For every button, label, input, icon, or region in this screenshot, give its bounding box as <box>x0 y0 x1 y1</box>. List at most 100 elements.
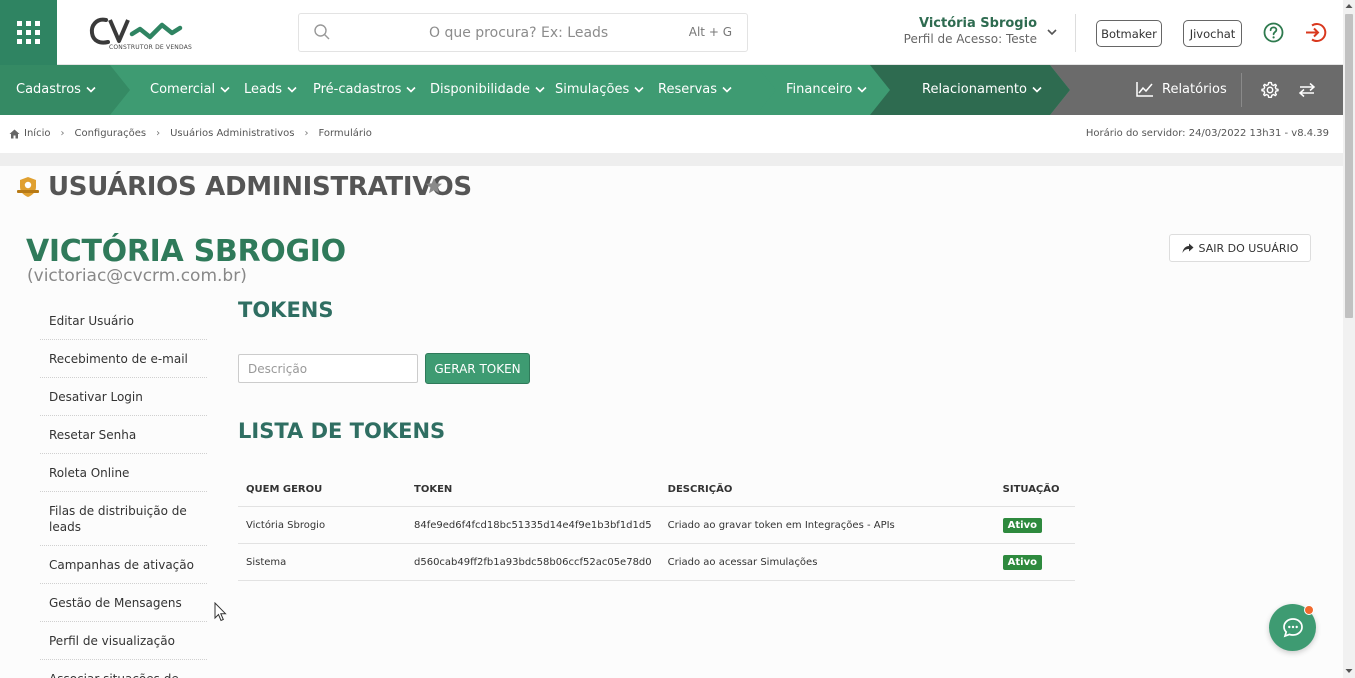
logout-icon[interactable] <box>1304 21 1327 44</box>
cell-description: Criado ao gravar token em Integrações - … <box>659 506 995 544</box>
side-item-perfil-visualizacao[interactable]: Perfil de visualização <box>40 622 207 660</box>
chart-line-icon <box>1136 82 1153 97</box>
admin-users-icon <box>17 177 39 197</box>
cell-who: Sistema <box>238 543 406 581</box>
top-header: CONSTRUTOR DE VENDAS Alt + G Victória Sb… <box>0 0 1343 65</box>
user-menu[interactable]: Victória Sbrogio Perfil de Acesso: Teste <box>880 16 1060 46</box>
nav-separator <box>1241 73 1242 107</box>
nav-pre-cadastros[interactable]: Pré-cadastros <box>313 82 416 97</box>
nav-leads[interactable]: Leads <box>244 82 297 97</box>
breadcrumb-formulario: Formulário <box>318 128 372 139</box>
chevron-down-icon <box>406 86 416 93</box>
cell-description: Criado ao acessar Simulações <box>659 543 995 581</box>
search-shortcut: Alt + G <box>688 25 732 39</box>
breadcrumb: Início › Configurações › Usuários Admini… <box>9 128 372 139</box>
header-divider <box>1075 14 1076 52</box>
col-token: TOKEN <box>406 473 660 507</box>
table-row: Sistema d560cab49ff2fb1a93bdc58b06ccf52a… <box>238 543 1075 581</box>
tokens-title: TOKENS <box>238 298 334 322</box>
home-icon <box>9 129 20 138</box>
col-situacao: SITUAÇÃO <box>994 473 1075 507</box>
cell-status: Ativo <box>994 506 1075 544</box>
help-icon[interactable] <box>1263 22 1284 43</box>
chevron-down-icon <box>857 86 867 93</box>
apps-grid-button[interactable] <box>0 0 57 65</box>
side-item-campanhas-ativacao[interactable]: Campanhas de ativação <box>40 546 207 584</box>
nav-simulacoes[interactable]: Simulações <box>555 82 644 97</box>
status-badge: Ativo <box>1002 518 1042 533</box>
page-title: USUÁRIOS ADMINISTRATIVOS <box>48 172 472 202</box>
side-item-gestao-mensagens[interactable]: Gestão de Mensagens <box>40 584 207 622</box>
tokens-table: QUEM GEROU TOKEN DESCRIÇÃO SITUAÇÃO Vict… <box>238 473 1075 581</box>
exit-user-button[interactable]: SAIR DO USUÁRIO <box>1169 234 1311 262</box>
table-header-row: QUEM GEROU TOKEN DESCRIÇÃO SITUAÇÃO <box>238 473 1075 507</box>
description-input[interactable] <box>238 354 418 383</box>
scroll-down-arrow-icon[interactable] <box>1345 668 1353 674</box>
breadcrumb-configuracoes[interactable]: Configurações <box>74 128 146 139</box>
nav-disponibilidade[interactable]: Disponibilidade <box>430 82 545 97</box>
side-item-resetar-senha[interactable]: Resetar Senha <box>40 416 207 454</box>
scroll-up-arrow-icon[interactable] <box>1345 3 1353 9</box>
main-nav: Cadastros Comercial Leads Pré-cadastros … <box>0 65 1343 115</box>
jivochat-button[interactable]: Jivochat <box>1183 20 1242 47</box>
cell-who: Victória Sbrogio <box>238 506 406 544</box>
chevron-down-icon <box>634 86 644 93</box>
side-item-filas-distribuicao[interactable]: Filas de distribuição de leads <box>40 492 207 546</box>
chevron-right-icon: › <box>60 128 65 139</box>
search-icon <box>314 24 330 40</box>
chat-bubble-icon <box>1282 618 1303 638</box>
search-input[interactable] <box>429 22 679 44</box>
person-name: VICTÓRIA SBROGIO <box>26 234 346 269</box>
notification-dot <box>1304 605 1314 615</box>
cell-status: Ativo <box>994 543 1075 581</box>
chevron-down-icon <box>535 86 545 93</box>
breadcrumb-inicio[interactable]: Início <box>24 128 50 139</box>
breadcrumb-usuarios[interactable]: Usuários Administrativos <box>170 128 294 139</box>
share-arrow-icon <box>1182 243 1194 253</box>
generate-token-button[interactable]: GERAR TOKEN <box>425 353 530 384</box>
side-item-editar-usuario[interactable]: Editar Usuário <box>40 302 207 340</box>
side-item-associar-situacoes[interactable]: Associar situações de <box>40 660 207 678</box>
logo-subtitle: CONSTRUTOR DE VENDAS <box>109 44 193 51</box>
side-item-recebimento-email[interactable]: Recebimento de e-mail <box>40 340 207 378</box>
breadcrumb-bar: Início › Configurações › Usuários Admini… <box>0 115 1343 153</box>
main-content: USUÁRIOS ADMINISTRATIVOS VICTÓRIA SBROGI… <box>0 166 1343 678</box>
scrollbar-thumb[interactable] <box>1345 14 1353 318</box>
status-badge: Ativo <box>1002 555 1042 570</box>
page-scrollbar[interactable] <box>1343 0 1355 678</box>
server-time: Horário do servidor: 24/03/2022 13h31 - … <box>1085 128 1329 139</box>
swap-icon[interactable] <box>1298 82 1316 98</box>
botmaker-button[interactable]: Botmaker <box>1096 20 1162 47</box>
nav-comercial[interactable]: Comercial <box>150 82 230 97</box>
nav-cadastros[interactable]: Cadastros <box>16 82 96 97</box>
chevron-down-icon <box>1032 86 1042 93</box>
chevron-right-icon: › <box>156 128 161 139</box>
nav-reservas[interactable]: Reservas <box>658 82 732 97</box>
col-descricao: DESCRIÇÃO <box>659 473 995 507</box>
nav-relacionamento[interactable]: Relacionamento <box>922 82 1042 97</box>
section-divider <box>0 153 1343 166</box>
side-menu: Editar Usuário Recebimento de e-mail Des… <box>40 302 207 678</box>
chevron-down-icon <box>722 86 732 93</box>
gear-icon[interactable] <box>1261 81 1279 99</box>
col-quem-gerou: QUEM GEROU <box>238 473 406 507</box>
chevron-down-icon <box>287 86 297 93</box>
token-list-title: LISTA DE TOKENS <box>238 419 446 443</box>
nav-financeiro[interactable]: Financeiro <box>786 82 867 97</box>
star-icon[interactable] <box>425 177 443 195</box>
side-item-roleta-online[interactable]: Roleta Online <box>40 454 207 492</box>
user-profile: Perfil de Acesso: Teste <box>903 32 1037 46</box>
grid-icon <box>17 21 40 44</box>
table-row: Victória Sbrogio 84fe9ed6f4fcd18bc51335d… <box>238 506 1075 544</box>
user-name: Victória Sbrogio <box>918 16 1037 31</box>
chevron-right-icon: › <box>304 128 309 139</box>
nav-relatorios[interactable]: Relatórios <box>1136 81 1227 97</box>
person-email: (victoriac@cvcrm.com.br) <box>27 266 247 286</box>
mouse-cursor-icon <box>214 602 227 622</box>
chevron-down-icon <box>1047 29 1057 36</box>
cell-token: 84fe9ed6f4fcd18bc51335d14e4f9e1b3bf1d1d5 <box>406 506 660 544</box>
search-box[interactable]: Alt + G <box>298 13 748 52</box>
cell-token: d560cab49ff2fb1a93bdc58b06ccf52ac05e78d0 <box>406 543 660 581</box>
side-item-desativar-login[interactable]: Desativar Login <box>40 378 207 416</box>
chevron-down-icon <box>220 86 230 93</box>
